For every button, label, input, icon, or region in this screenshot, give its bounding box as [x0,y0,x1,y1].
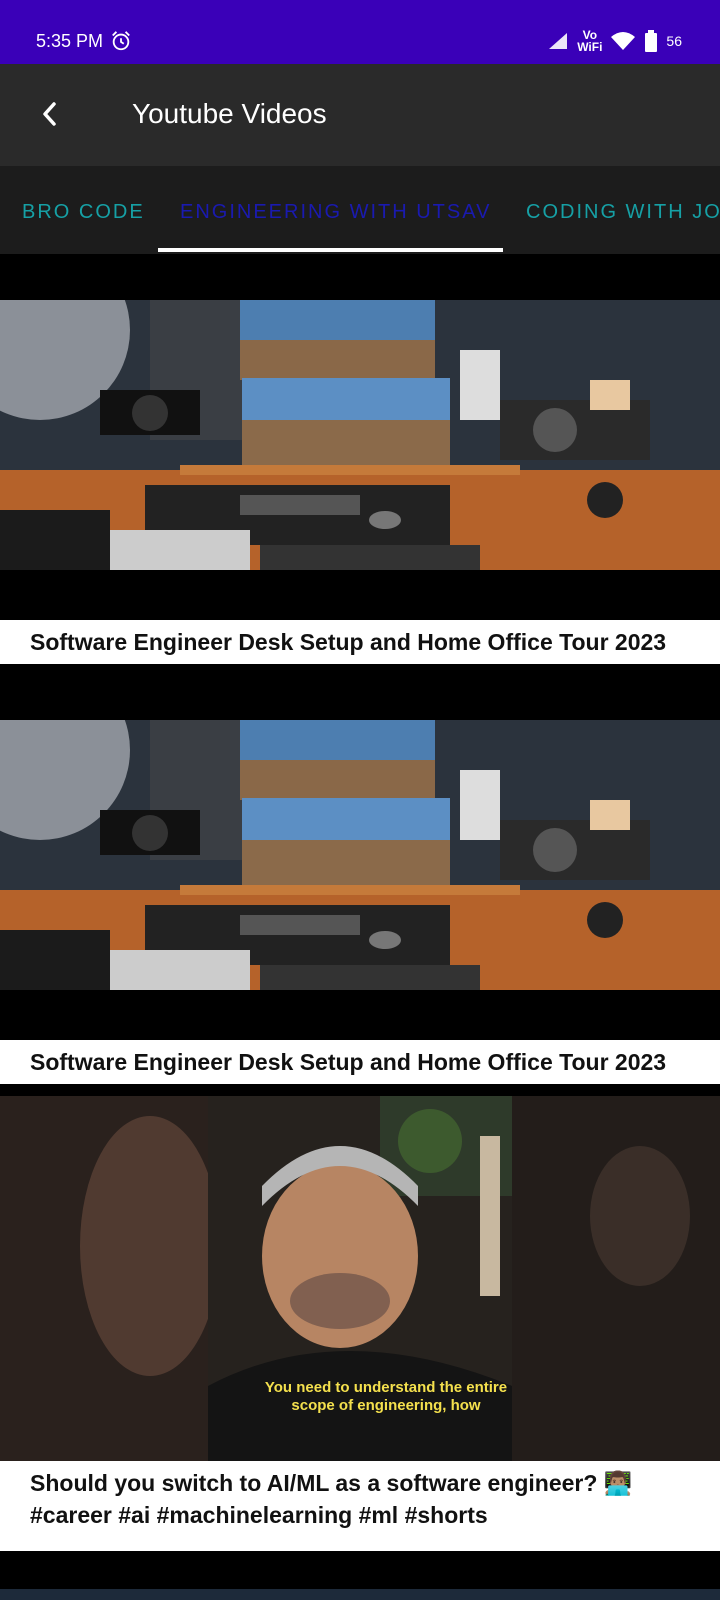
page-title: Youtube Videos [132,98,327,129]
battery-level: 56 [666,33,682,49]
video-title[interactable]: Software Engineer Desk Setup and Home Of… [0,1040,720,1084]
video-thumbnail[interactable] [0,300,720,570]
tab-bro-code[interactable]: BRO CODE [22,201,145,224]
status-indicators: Vo WiFi 56 [547,26,682,56]
video-title[interactable]: Software Engineer Desk Setup and Home Of… [0,620,720,664]
video-overlay-caption: You need to understand the entire scope … [264,1379,508,1414]
tab-indicator [158,248,503,252]
tab-engineering-with-utsav[interactable]: ENGINEERING WITH UTSAV [180,201,491,224]
video-title[interactable]: Should you switch to AI/ML as a software… [0,1461,720,1551]
video-feed[interactable]: Software Engineer Desk Setup and Home Of… [0,254,720,1600]
tab-coding-with-john[interactable]: CODING WITH JOHN [526,201,720,224]
channel-tabs: BRO CODE ENGINEERING WITH UTSAV CODING W… [0,166,720,254]
video-thumbnail-partial[interactable] [0,1589,720,1600]
signal-icon [549,33,568,49]
alarm-icon [112,31,130,51]
wifi-icon [611,32,636,50]
status-time: 5:35 PM [36,31,104,51]
status-bar: 5:35 PM Vo WiFi 56 [0,0,720,64]
vowifi-label: Vo WiFi [577,28,603,54]
back-icon[interactable] [36,96,64,132]
app-bar: Youtube Videos [0,64,720,166]
battery-icon [645,30,658,52]
video-thumbnail[interactable] [0,720,720,990]
